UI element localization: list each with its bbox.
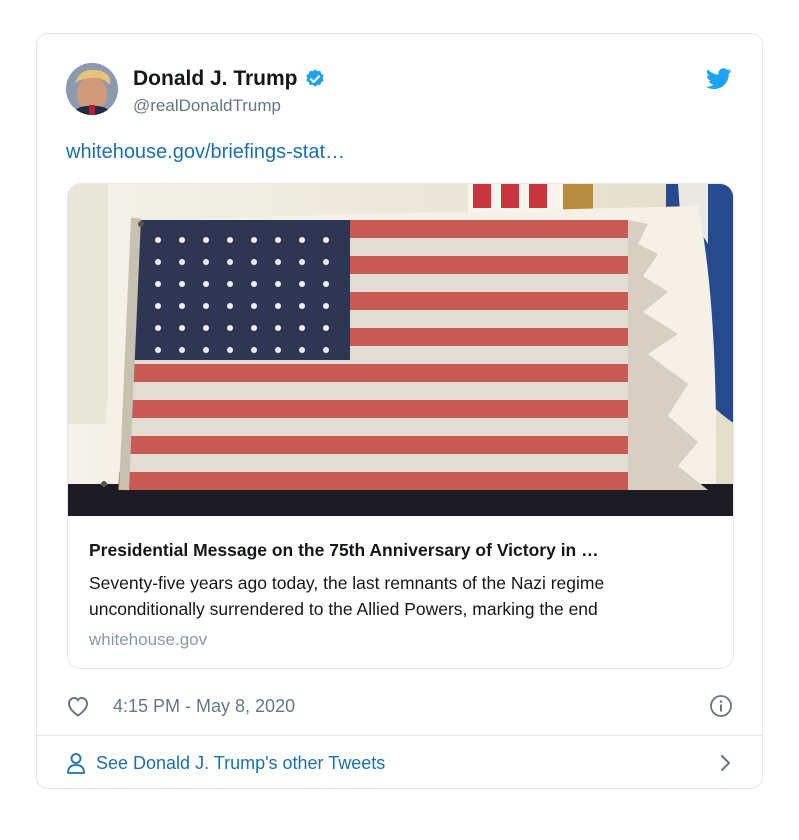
person-icon xyxy=(67,753,85,774)
footer-divider xyxy=(37,735,762,736)
heart-icon[interactable] xyxy=(66,695,90,717)
display-name[interactable]: Donald J. Trump xyxy=(133,67,326,91)
verified-badge-icon xyxy=(305,69,324,87)
display-name-text: Donald J. Trump xyxy=(133,67,298,90)
twitter-bird-icon[interactable] xyxy=(706,68,732,90)
link-preview-description: Seventy-five years ago today, the last r… xyxy=(89,573,605,619)
info-icon[interactable] xyxy=(709,694,733,718)
avatar[interactable] xyxy=(66,63,118,115)
avatar-image xyxy=(66,63,118,115)
author-handle[interactable]: @realDonaldTrump xyxy=(133,96,281,116)
embedded-tweet-card: Donald J. Trump @realDonaldTrump whiteho… xyxy=(36,33,763,789)
link-preview-card[interactable]: Presidential Message on the 75th Anniver… xyxy=(67,183,734,669)
chevron-right-icon xyxy=(721,755,730,771)
tweet-text-link[interactable]: whitehouse.gov/briefings-stat… xyxy=(66,141,345,164)
other-tweets-label: See Donald J. Trump's other Tweets xyxy=(96,752,386,773)
link-preview-title: Presidential Message on the 75th Anniver… xyxy=(89,540,599,560)
tweet-meta-row: 4:15 PM - May 8, 2020 xyxy=(66,693,733,719)
tweet-timestamp[interactable]: 4:15 PM - May 8, 2020 xyxy=(113,696,295,717)
link-preview-image xyxy=(68,184,733,516)
link-preview-domain: whitehouse.gov xyxy=(89,630,208,649)
other-tweets-link[interactable]: See Donald J. Trump's other Tweets xyxy=(66,750,733,776)
